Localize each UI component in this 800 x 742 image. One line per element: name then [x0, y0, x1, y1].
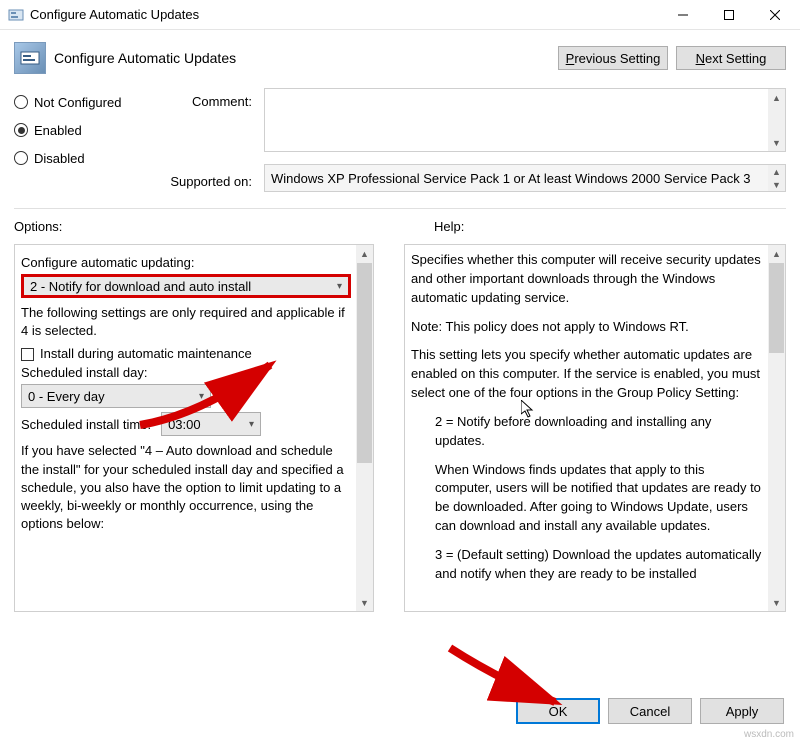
supported-on-text: Windows XP Professional Service Pack 1 o… [271, 171, 751, 186]
options-panel: Configure automatic updating: 2 - Notify… [14, 244, 374, 612]
supported-label: Supported on: [154, 168, 264, 189]
configure-updating-dropdown[interactable]: 2 - Notify for download and auto install… [21, 274, 351, 298]
install-day-label: Scheduled install day: [21, 365, 351, 380]
radio-not-configured[interactable]: Not Configured [14, 88, 154, 116]
chevron-down-icon: ▾ [199, 391, 204, 402]
configure-updating-label: Configure automatic updating: [21, 255, 351, 270]
help-p4: 2 = Notify before downloading and instal… [411, 413, 763, 451]
comment-textarea[interactable]: ▲▼ [264, 88, 786, 152]
options-scrollbar[interactable]: ▲▼ [356, 245, 373, 611]
comment-scrollbar[interactable]: ▲▼ [768, 89, 785, 151]
window-title: Configure Automatic Updates [30, 7, 660, 22]
policy-large-icon [14, 42, 46, 74]
supported-scrollbar[interactable]: ▲▼ [768, 165, 785, 191]
cancel-button[interactable]: Cancel [608, 698, 692, 724]
previous-setting-button[interactable]: Previous Setting [558, 46, 668, 70]
window-titlebar: Configure Automatic Updates [0, 0, 800, 30]
apply-button[interactable]: Apply [700, 698, 784, 724]
help-scrollbar[interactable]: ▲▼ [768, 245, 785, 611]
radio-enabled[interactable]: Enabled [14, 116, 154, 144]
help-p6: 3 = (Default setting) Download the updat… [411, 546, 763, 584]
help-panel: Specifies whether this computer will rec… [404, 244, 786, 612]
header-section: Configure Automatic Updates Previous Set… [0, 30, 800, 84]
help-p5: When Windows finds updates that apply to… [411, 461, 763, 536]
radio-disabled[interactable]: Disabled [14, 144, 154, 172]
maintenance-checkbox[interactable]: Install during automatic maintenance [21, 346, 351, 361]
following-note: The following settings are only required… [21, 304, 351, 340]
install-time-dropdown[interactable]: 03:00 ▾ [161, 412, 261, 436]
policy-icon [8, 7, 24, 23]
header-title: Configure Automatic Updates [54, 50, 550, 66]
minimize-button[interactable] [660, 0, 706, 30]
install-day-dropdown[interactable]: 0 - Every day ▾ [21, 384, 211, 408]
divider [14, 208, 786, 209]
comment-label: Comment: [154, 88, 264, 152]
close-button[interactable] [752, 0, 798, 30]
help-p2: Note: This policy does not apply to Wind… [411, 318, 763, 337]
supported-on-field: Windows XP Professional Service Pack 1 o… [264, 164, 786, 192]
help-label: Help: [394, 219, 786, 234]
occurrence-note: If you have selected "4 – Auto download … [21, 442, 351, 533]
ok-button[interactable]: OK [516, 698, 600, 724]
help-p3: This setting lets you specify whether au… [411, 346, 763, 403]
maximize-button[interactable] [706, 0, 752, 30]
next-setting-button[interactable]: Next Setting [676, 46, 786, 70]
install-time-label: Scheduled install time: [21, 417, 151, 432]
chevron-down-icon: ▾ [337, 281, 342, 292]
options-label: Options: [14, 219, 394, 234]
watermark: wsxdn.com [744, 729, 794, 740]
chevron-down-icon: ▾ [249, 419, 254, 430]
help-p1: Specifies whether this computer will rec… [411, 251, 763, 308]
